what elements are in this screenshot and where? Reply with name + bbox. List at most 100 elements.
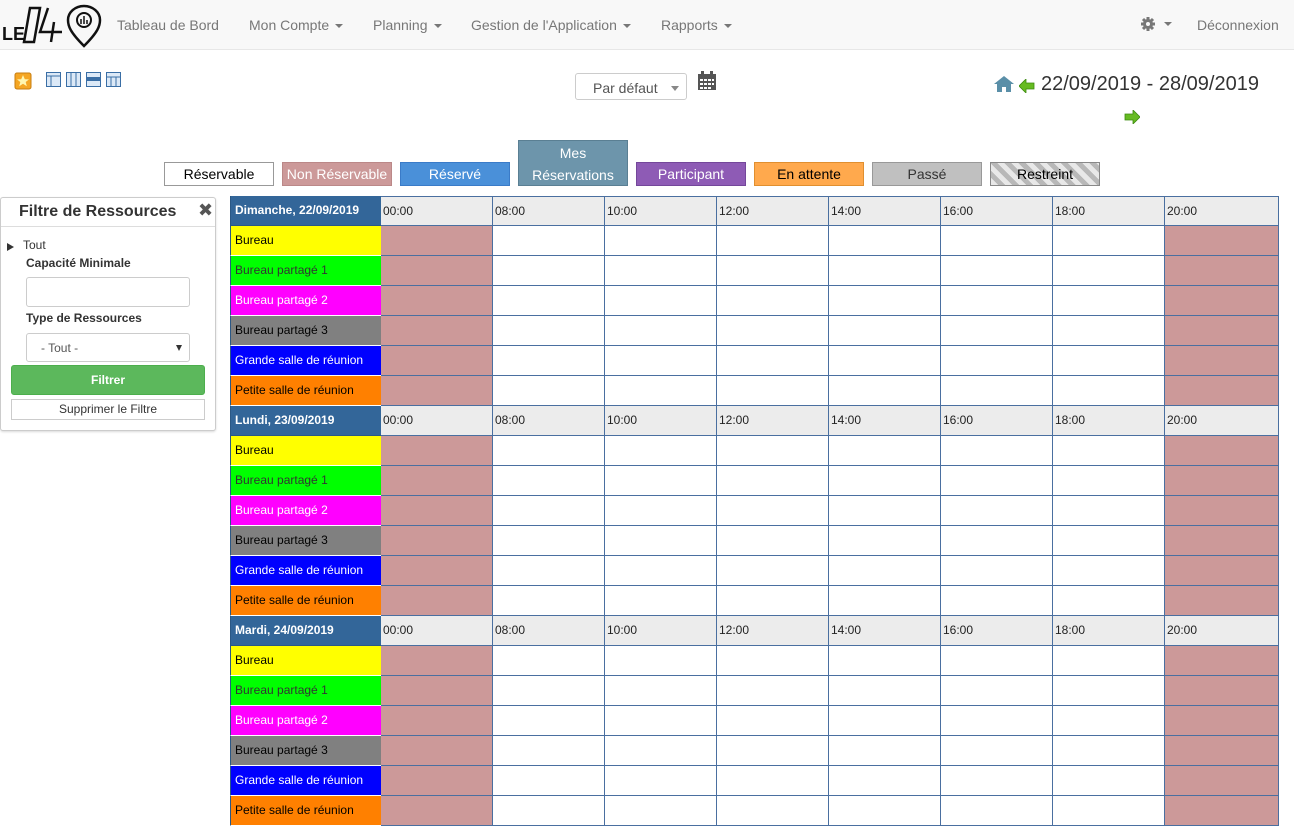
slot-reservable[interactable]	[941, 526, 1053, 556]
resource-label[interactable]: Bureau partagé 1	[230, 256, 381, 286]
slot-reservable[interactable]	[941, 346, 1053, 376]
slot-reservable[interactable]	[717, 796, 829, 826]
slot-reservable[interactable]	[941, 766, 1053, 796]
slot-reservable[interactable]	[493, 496, 605, 526]
slot-reservable[interactable]	[1053, 376, 1165, 406]
slot-reservable[interactable]	[717, 346, 829, 376]
resource-label[interactable]: Bureau partagé 1	[230, 676, 381, 706]
slot-reservable[interactable]	[941, 796, 1053, 826]
slot-reservable[interactable]	[1053, 766, 1165, 796]
nav-rapports[interactable]: Rapports	[661, 17, 732, 33]
slot-reservable[interactable]	[605, 346, 717, 376]
slot-reservable[interactable]	[941, 316, 1053, 346]
resource-label[interactable]: Petite salle de réunion	[230, 376, 381, 406]
slot-reservable[interactable]	[829, 256, 941, 286]
resource-label[interactable]: Grande salle de réunion	[230, 766, 381, 796]
slot-reservable[interactable]	[941, 586, 1053, 616]
resource-label[interactable]: Bureau partagé 2	[230, 706, 381, 736]
resource-label[interactable]: Petite salle de réunion	[230, 586, 381, 616]
slot-reservable[interactable]	[1053, 226, 1165, 256]
slot-reservable[interactable]	[493, 346, 605, 376]
layout-select[interactable]: Par défaut	[575, 73, 687, 100]
slot-reservable[interactable]	[829, 766, 941, 796]
slot-reservable[interactable]	[493, 226, 605, 256]
slot-reservable[interactable]	[717, 256, 829, 286]
resource-label[interactable]: Bureau partagé 3	[230, 526, 381, 556]
slot-reservable[interactable]	[941, 736, 1053, 766]
slot-reservable[interactable]	[941, 376, 1053, 406]
resource-label[interactable]: Bureau partagé 3	[230, 736, 381, 766]
resource-label[interactable]: Bureau	[230, 226, 381, 256]
slot-reservable[interactable]	[829, 316, 941, 346]
resource-label[interactable]: Grande salle de réunion	[230, 556, 381, 586]
resource-type-select[interactable]: - Tout -	[26, 333, 190, 362]
slot-reservable[interactable]	[1053, 526, 1165, 556]
slot-reservable[interactable]	[493, 376, 605, 406]
slot-reservable[interactable]	[941, 436, 1053, 466]
slot-reservable[interactable]	[493, 556, 605, 586]
slot-reservable[interactable]	[1053, 736, 1165, 766]
slot-reservable[interactable]	[941, 646, 1053, 676]
slot-reservable[interactable]	[605, 226, 717, 256]
slot-reservable[interactable]	[1053, 466, 1165, 496]
slot-reservable[interactable]	[1053, 556, 1165, 586]
slot-reservable[interactable]	[1053, 586, 1165, 616]
resource-label[interactable]: Grande salle de réunion	[230, 346, 381, 376]
slot-reservable[interactable]	[717, 586, 829, 616]
slot-reservable[interactable]	[493, 646, 605, 676]
slot-reservable[interactable]	[1053, 256, 1165, 286]
slot-reservable[interactable]	[1053, 646, 1165, 676]
slot-reservable[interactable]	[1053, 316, 1165, 346]
slot-reservable[interactable]	[493, 766, 605, 796]
slot-reservable[interactable]	[717, 676, 829, 706]
favorite-star-icon[interactable]	[14, 72, 32, 90]
nav-mon-compte[interactable]: Mon Compte	[249, 17, 344, 33]
slot-reservable[interactable]	[717, 316, 829, 346]
previous-arrow-icon[interactable]	[1019, 79, 1035, 93]
slot-reservable[interactable]	[1053, 796, 1165, 826]
slot-reservable[interactable]	[941, 466, 1053, 496]
slot-reservable[interactable]	[717, 496, 829, 526]
view-condensed-icon[interactable]	[106, 72, 121, 87]
slot-reservable[interactable]	[605, 436, 717, 466]
nav-gestion-application[interactable]: Gestion de l'Application	[471, 17, 631, 33]
slot-reservable[interactable]	[493, 256, 605, 286]
slot-reservable[interactable]	[717, 736, 829, 766]
slot-reservable[interactable]	[493, 706, 605, 736]
filter-button[interactable]: Filtrer	[11, 365, 205, 395]
slot-reservable[interactable]	[493, 676, 605, 706]
day-label[interactable]: Lundi, 23/09/2019	[230, 406, 381, 436]
slot-reservable[interactable]	[605, 766, 717, 796]
slot-reservable[interactable]	[605, 256, 717, 286]
slot-reservable[interactable]	[829, 526, 941, 556]
slot-reservable[interactable]	[605, 526, 717, 556]
resource-label[interactable]: Bureau partagé 3	[230, 316, 381, 346]
slot-reservable[interactable]	[605, 556, 717, 586]
slot-reservable[interactable]	[829, 646, 941, 676]
slot-reservable[interactable]	[941, 556, 1053, 586]
view-wide-icon[interactable]	[66, 72, 81, 87]
day-label[interactable]: Dimanche, 22/09/2019	[230, 196, 381, 226]
slot-reservable[interactable]	[605, 286, 717, 316]
slot-reservable[interactable]	[829, 556, 941, 586]
resource-label[interactable]: Bureau	[230, 646, 381, 676]
slot-reservable[interactable]	[829, 676, 941, 706]
slot-reservable[interactable]	[493, 316, 605, 346]
slot-reservable[interactable]	[717, 526, 829, 556]
slot-reservable[interactable]	[717, 706, 829, 736]
slot-reservable[interactable]	[1053, 286, 1165, 316]
slot-reservable[interactable]	[829, 346, 941, 376]
logout-link[interactable]: Déconnexion	[1197, 17, 1279, 33]
view-tall-icon[interactable]	[86, 72, 101, 87]
slot-reservable[interactable]	[941, 286, 1053, 316]
slot-reservable[interactable]	[605, 466, 717, 496]
slot-reservable[interactable]	[493, 526, 605, 556]
day-label[interactable]: Mardi, 24/09/2019	[230, 616, 381, 646]
resource-label[interactable]: Petite salle de réunion	[230, 796, 381, 826]
slot-reservable[interactable]	[717, 466, 829, 496]
slot-reservable[interactable]	[605, 796, 717, 826]
slot-reservable[interactable]	[1053, 436, 1165, 466]
min-capacity-input[interactable]	[26, 277, 190, 307]
slot-reservable[interactable]	[941, 226, 1053, 256]
slot-reservable[interactable]	[829, 706, 941, 736]
